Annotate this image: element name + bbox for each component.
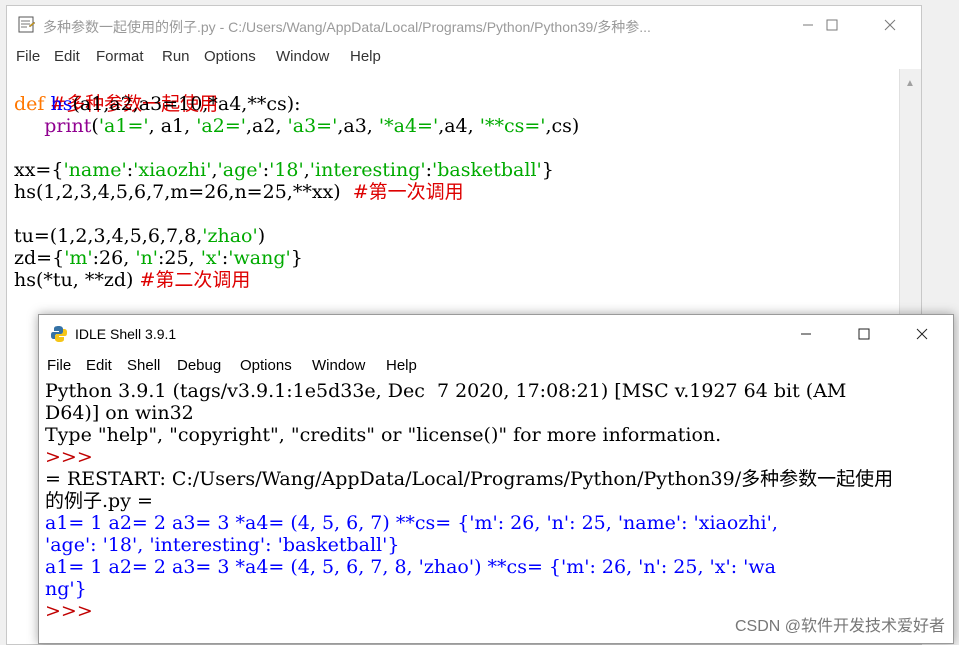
- shell-prompt: >>>: [45, 600, 93, 622]
- maximize-icon: [826, 19, 838, 31]
- code-text: tu=(1,2,3,4,5,6,7,8,: [14, 225, 203, 247]
- code-line-10: hs(*tu, **zd) #第二次调用: [14, 269, 250, 291]
- code-line-2: def hs(a1,a2,a3=10,*a4,**cs):: [14, 93, 301, 115]
- string-literal: 'name': [63, 159, 127, 181]
- editor-menu-options[interactable]: Options: [204, 48, 256, 65]
- shell-banner-line: Python 3.9.1 (tags/v3.9.1:1e5d33e, Dec 7…: [45, 380, 847, 402]
- shell-restart-line: = RESTART: C:/Users/Wang/AppData/Local/P…: [45, 468, 894, 490]
- code-line-5: xx={'name':'xiaozhi','age':'18','interes…: [14, 159, 554, 181]
- code-text: (: [91, 115, 99, 137]
- shell-window: IDLE Shell 3.9.1 File Edit Shell Debug O…: [38, 314, 954, 644]
- python-idle-icon: [51, 326, 67, 342]
- builtin-print: print: [44, 115, 92, 137]
- string-literal: 'a3=': [287, 115, 338, 137]
- code-text: ,a4,: [438, 115, 480, 137]
- shell-banner-line: D64)] on win32: [45, 402, 194, 424]
- editor-maximize-button[interactable]: [809, 6, 855, 44]
- shell-menubar: File Edit Shell Debug Options Window Hel…: [39, 353, 953, 378]
- code-line-6: hs(1,2,3,4,5,6,7,m=26,n=25,**xx) #第一次调用: [14, 181, 464, 203]
- editor-menubar: File Edit Format Run Options Window Help: [7, 44, 921, 69]
- string-literal: 'zhao': [202, 225, 258, 247]
- shell-stdout-line: ng'}: [45, 578, 87, 600]
- string-literal: '*a4=': [378, 115, 439, 137]
- editor-menu-help[interactable]: Help: [350, 48, 381, 65]
- comment-text: #第二次调用: [139, 269, 251, 291]
- editor-menu-window[interactable]: Window: [276, 48, 329, 65]
- code-text: ,a2,: [246, 115, 288, 137]
- code-text: }: [290, 247, 303, 269]
- keyword-def: def: [14, 93, 45, 115]
- code-text: }: [541, 159, 554, 181]
- shell-menu-edit[interactable]: Edit: [86, 357, 112, 374]
- shell-menu-window[interactable]: Window: [312, 357, 365, 374]
- code-text: ,cs): [545, 115, 580, 137]
- code-text: zd={: [14, 247, 65, 269]
- code-text: ): [257, 225, 266, 247]
- code-text: hs(1,2,3,4,5,6,7,m=26,n=25,**xx): [14, 181, 353, 203]
- shell-maximize-button[interactable]: [841, 315, 887, 353]
- shell-menu-options[interactable]: Options: [240, 357, 292, 374]
- shell-stdout-line: 'age': '18', 'interesting': 'basketball'…: [45, 534, 400, 556]
- maximize-icon: [858, 328, 870, 340]
- string-literal: 'age': [217, 159, 263, 181]
- shell-menu-debug[interactable]: Debug: [177, 357, 221, 374]
- editor-menu-file[interactable]: File: [16, 48, 40, 65]
- code-line-9: zd={'m':26, 'n':25, 'x':'wang'}: [14, 247, 303, 269]
- shell-menu-file[interactable]: File: [47, 357, 71, 374]
- watermark-text: CSDN @软件开发技术爱好者: [734, 618, 945, 635]
- python-idle-icon: [18, 16, 36, 33]
- string-literal: 'wang': [228, 247, 291, 269]
- editor-close-button[interactable]: [867, 6, 913, 44]
- editor-menu-run[interactable]: Run: [162, 48, 190, 65]
- string-literal: 'a1=': [98, 115, 149, 137]
- string-literal: '18': [269, 159, 304, 181]
- shell-banner-line: Type "help", "copyright", "credits" or "…: [45, 424, 722, 446]
- string-literal: 'm': [64, 247, 93, 269]
- shell-restart-line: 的例子.py =: [45, 490, 153, 512]
- close-icon: [884, 19, 896, 31]
- shell-stdout-line: a1= 1 a2= 2 a3= 3 *a4= (4, 5, 6, 7) **cs…: [45, 512, 778, 534]
- code-text: :25,: [158, 247, 201, 269]
- shell-output-area[interactable]: Python 3.9.1 (tags/v3.9.1:1e5d33e, Dec 7…: [39, 378, 953, 643]
- shell-menu-shell[interactable]: Shell: [127, 357, 160, 374]
- code-text: ,a3,: [337, 115, 379, 137]
- code-text: :26,: [92, 247, 136, 269]
- function-name: hs: [44, 93, 73, 115]
- string-literal: 'basketball': [432, 159, 542, 181]
- shell-prompt: >>>: [45, 446, 93, 468]
- shell-title: IDLE Shell 3.9.1: [75, 326, 177, 342]
- editor-titlebar[interactable]: 多种参数一起使用的例子.py - C:/Users/Wang/AppData/L…: [7, 6, 921, 44]
- code-line-3: print('a1=', a1, 'a2=',a2, 'a3=',a3, '*a…: [14, 115, 579, 137]
- code-line-8: tu=(1,2,3,4,5,6,7,8,'zhao'): [14, 225, 265, 247]
- string-literal: 'interesting': [309, 159, 426, 181]
- scroll-up-arrow-icon[interactable]: ▲: [905, 78, 915, 89]
- string-literal: 'x': [200, 247, 222, 269]
- string-literal: 'n': [135, 247, 159, 269]
- string-literal: '**cs=': [479, 115, 546, 137]
- editor-menu-format[interactable]: Format: [96, 48, 144, 65]
- close-icon: [916, 328, 928, 340]
- shell-stdout-line: a1= 1 a2= 2 a3= 3 *a4= (4, 5, 6, 7, 8, '…: [45, 556, 776, 578]
- comment-text: #第一次调用: [352, 181, 464, 203]
- string-literal: 'a2=': [196, 115, 246, 137]
- code-text: , a1,: [148, 115, 197, 137]
- code-text: (a1,a2,a3=10,*a4,**cs):: [72, 93, 301, 115]
- minimize-icon: [801, 333, 811, 335]
- editor-title: 多种参数一起使用的例子.py - C:/Users/Wang/AppData/L…: [43, 19, 651, 35]
- code-text: hs(*tu, **zd): [14, 269, 140, 291]
- shell-titlebar[interactable]: IDLE Shell 3.9.1: [39, 315, 953, 353]
- shell-minimize-button[interactable]: [783, 315, 829, 353]
- code-text: xx={: [14, 159, 64, 181]
- string-literal: 'xiaozhi': [133, 159, 212, 181]
- shell-close-button[interactable]: [899, 315, 945, 353]
- shell-menu-help[interactable]: Help: [386, 357, 417, 374]
- editor-menu-edit[interactable]: Edit: [54, 48, 80, 65]
